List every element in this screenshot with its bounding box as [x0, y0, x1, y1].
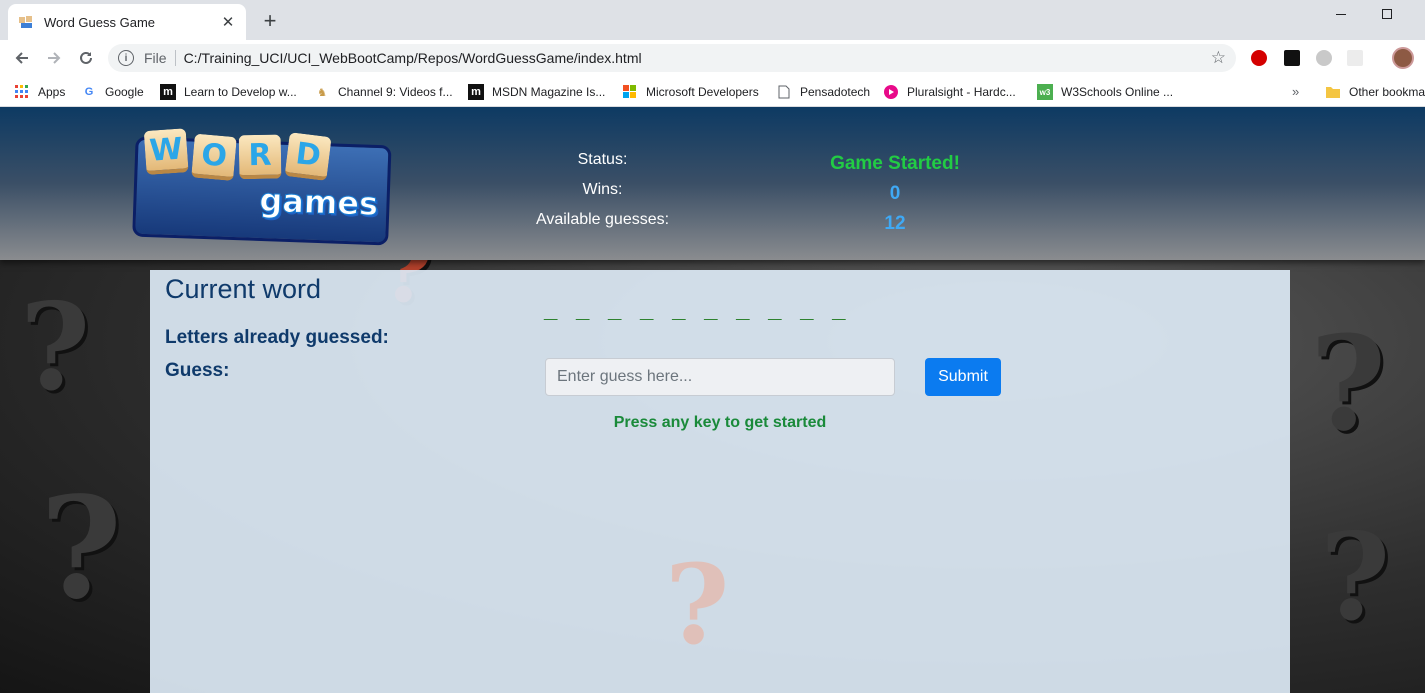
- m-icon: m: [160, 84, 176, 100]
- bookmark-star-icon[interactable]: ☆: [1211, 48, 1226, 68]
- pluralsight-icon: [883, 84, 899, 100]
- word-game-favicon-icon: [18, 14, 34, 30]
- bookmark-learn-to-develop[interactable]: m Learn to Develop w...: [160, 82, 297, 102]
- available-guesses-label: Available guesses:: [535, 211, 670, 228]
- game-header: W O R D games Status: Game Started! Wins…: [0, 107, 1425, 260]
- bookmark-msdn-magazine[interactable]: m MSDN Magazine Is...: [468, 82, 605, 102]
- bookmark-label: Apps: [38, 85, 66, 99]
- logo-tile: W: [143, 128, 189, 176]
- back-arrow-icon[interactable]: [10, 46, 34, 70]
- maximize-icon: [1382, 9, 1392, 19]
- current-word-blanks: _ _ _ _ _ _ _ _ _ _: [544, 296, 852, 323]
- reload-icon[interactable]: [74, 46, 98, 70]
- logo-tile: R: [238, 134, 282, 180]
- tab-title: Word Guess Game: [44, 14, 156, 30]
- wins-label: Wins:: [582, 181, 623, 198]
- grey-extension-icon[interactable]: [1316, 50, 1332, 66]
- page-viewport: ? ? ? ? ? W O R D games Status: Game Sta…: [0, 107, 1425, 693]
- blank-extension-icon[interactable]: [1347, 50, 1363, 66]
- background-question-mark-icon: ?: [1320, 507, 1391, 648]
- info-icon[interactable]: i: [118, 50, 134, 66]
- tab-strip: Word Guess Game ✕ +: [0, 0, 1425, 40]
- tab-close-icon[interactable]: ✕: [220, 13, 236, 31]
- bookmark-w3schools[interactable]: w3 W3Schools Online ...: [1037, 82, 1173, 102]
- available-guesses-value: 12: [884, 213, 906, 234]
- minimize-icon: [1336, 13, 1346, 15]
- bookmark-label: Pluralsight - Hardc...: [907, 85, 1016, 99]
- guess-input[interactable]: [545, 358, 895, 396]
- opera-extension-icon[interactable]: [1251, 50, 1267, 66]
- bookmark-other-bookmarks[interactable]: Other bookmarks: [1325, 82, 1425, 102]
- bookmark-channel9[interactable]: ♞ Channel 9: Videos f...: [314, 82, 453, 102]
- minimize-button[interactable]: [1318, 0, 1364, 28]
- letters-guessed-label: Letters already guessed:: [165, 327, 389, 348]
- bookmark-label: Pensadotech: [800, 85, 871, 99]
- bookmark-label: Microsoft Developers: [646, 85, 759, 99]
- google-icon: G: [84, 86, 94, 98]
- bookmark-label: Other bookmarks: [1349, 85, 1425, 99]
- logo-games-text: games: [258, 180, 379, 224]
- bookmarks-overflow-icon[interactable]: »: [1292, 84, 1299, 99]
- bookmarks-bar: Apps G Google m Learn to Develop w... ♞ …: [0, 76, 1425, 107]
- browser-toolbar: i File C:/Training_UCI/UCI_WebBootCamp/R…: [0, 40, 1425, 76]
- page-icon: [776, 84, 792, 100]
- folder-icon: [1325, 84, 1341, 100]
- forward-arrow-icon[interactable]: [42, 46, 66, 70]
- address-separator: [174, 50, 176, 66]
- bookmark-apps[interactable]: Apps: [14, 82, 65, 102]
- new-tab-button[interactable]: +: [260, 9, 280, 33]
- m-icon: m: [468, 84, 484, 100]
- address-scheme-label: File: [144, 50, 167, 66]
- microsoft-icon: [622, 84, 638, 100]
- bookmark-label: MSDN Magazine Is...: [492, 85, 606, 99]
- profile-avatar[interactable]: [1392, 47, 1414, 69]
- maximize-button[interactable]: [1364, 0, 1410, 28]
- word-games-logo: W O R D games: [132, 128, 392, 246]
- bookmark-label: Learn to Develop w...: [184, 85, 297, 99]
- logo-tile: O: [191, 133, 237, 182]
- address-bar[interactable]: i File C:/Training_UCI/UCI_WebBootCamp/R…: [108, 44, 1236, 72]
- background-question-mark-icon: ?: [20, 277, 91, 418]
- channel9-icon: ♞: [317, 86, 327, 99]
- amazon-extension-icon[interactable]: [1284, 50, 1300, 66]
- status-label: Status:: [577, 151, 628, 168]
- menu-kebab-icon[interactable]: ⋮: [1418, 48, 1425, 68]
- game-panel: ? Current word _ _ _ _ _ _ _ _ _ _ Lette…: [150, 270, 1290, 693]
- submit-button[interactable]: Submit: [925, 358, 1001, 396]
- bookmark-label: Google: [105, 85, 144, 99]
- bookmark-google[interactable]: G Google: [81, 82, 144, 102]
- tab-word-guess-game[interactable]: Word Guess Game ✕: [8, 4, 246, 40]
- background-question-mark-icon: ?: [1310, 307, 1387, 460]
- bookmark-label: W3Schools Online ...: [1061, 85, 1174, 99]
- start-hint-text: Press any key to get started: [613, 414, 827, 431]
- bookmark-label: Channel 9: Videos f...: [338, 85, 453, 99]
- wins-value: 0: [889, 183, 901, 204]
- status-value: Game Started!: [830, 153, 960, 174]
- bookmark-microsoft-developers[interactable]: Microsoft Developers: [622, 82, 759, 102]
- background-question-mark-icon: ?: [665, 540, 730, 669]
- w3schools-icon: w3: [1037, 84, 1053, 100]
- address-url[interactable]: C:/Training_UCI/UCI_WebBootCamp/Repos/Wo…: [184, 50, 1211, 66]
- background-question-mark-icon: ?: [40, 467, 123, 631]
- apps-grid-icon: [14, 84, 30, 100]
- logo-tile: D: [284, 132, 332, 181]
- guess-label: Guess:: [165, 360, 230, 381]
- bookmark-pluralsight[interactable]: Pluralsight - Hardc...: [883, 82, 1016, 102]
- bookmark-pensadotech[interactable]: Pensadotech: [776, 82, 870, 102]
- current-word-label: Current word: [165, 274, 322, 304]
